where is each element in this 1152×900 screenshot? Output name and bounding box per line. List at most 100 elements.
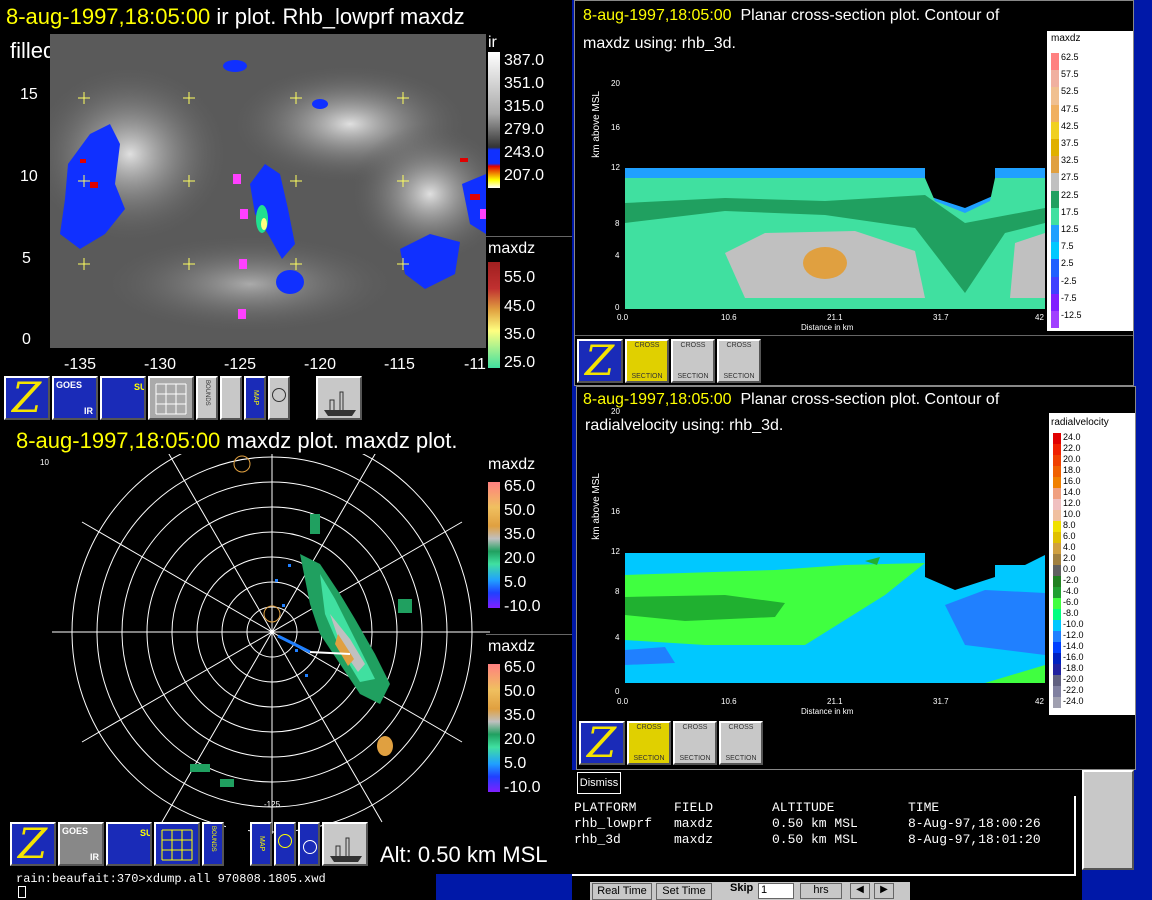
radar-legend2-label: 50.0 <box>504 683 536 700</box>
zebra-logo-button[interactable]: Z <box>577 339 623 383</box>
legend-label: -8.0 <box>1063 608 1079 618</box>
marker-button[interactable] <box>292 376 314 420</box>
legend-label: 22.0 <box>1063 443 1081 453</box>
legend-label: -24.0 <box>1063 696 1084 706</box>
legend-swatch <box>1051 276 1059 294</box>
legend-swatch <box>1053 521 1061 532</box>
legend-label: 62.5 <box>1061 52 1079 62</box>
bounds-button[interactable]: BOUNDS <box>196 376 218 420</box>
ship-button[interactable] <box>316 376 362 420</box>
grid-tool-button[interactable] <box>154 822 200 866</box>
grid-tool-button[interactable] <box>148 376 194 420</box>
ir-label: IR <box>84 406 93 416</box>
hrs-select[interactable]: hrs <box>800 883 842 899</box>
legend-swatch <box>1051 87 1059 105</box>
cross1-ylabel: km above MSL <box>591 91 602 158</box>
ir-legend-label: 243.0 <box>504 144 545 161</box>
terminal[interactable]: rain:beaufait:370>xdump.all 970808.1805.… <box>0 872 436 900</box>
legend-swatch <box>1051 190 1059 208</box>
altitude-label: Alt: 0.50 km MSL <box>380 842 548 867</box>
radar-legend2-label: 65.0 <box>504 659 536 676</box>
cross2-title: 8-aug-1997,18:05:00 Planar cross-section… <box>583 391 1000 408</box>
cross2-legend-title: radialvelocity <box>1051 417 1109 428</box>
legend-label: -2.0 <box>1063 575 1079 585</box>
cross-section-button[interactable]: CROSS SECTION <box>719 721 763 765</box>
zebra-logo-button[interactable]: Z <box>10 822 56 866</box>
side-panel[interactable] <box>1082 770 1134 870</box>
legend-swatch <box>1053 499 1061 510</box>
legend-label: -14.0 <box>1063 641 1084 651</box>
ir-legend-label: 207.0 <box>504 167 545 184</box>
cross2-subtitle: radialvelocity using: rhb_3d. <box>585 417 784 434</box>
cross-section-button[interactable]: CROSS SECTION <box>625 339 669 383</box>
set-time-button[interactable]: Set Time <box>656 883 712 900</box>
goes-button[interactable]: GOES IR <box>58 822 104 866</box>
ship-icon <box>324 391 356 416</box>
cross2-plot[interactable] <box>625 465 1045 691</box>
ir-maxdz-label: 35.0 <box>504 326 536 343</box>
radar-legend2-label: 5.0 <box>504 755 527 772</box>
sur-button[interactable]: SUR <box>106 822 152 866</box>
goes-button[interactable]: GOES IR <box>52 376 98 420</box>
cross-section-button[interactable]: CROSS SECTION <box>673 721 717 765</box>
zebra-logo-button[interactable]: Z <box>579 721 625 765</box>
cross-section-velocity-window: 8-aug-1997,18:05:00 Planar cross-section… <box>576 386 1136 770</box>
dismiss-button[interactable]: Dismiss <box>577 772 621 794</box>
circle-button[interactable] <box>298 822 320 866</box>
legend-swatch <box>1053 631 1061 642</box>
cross1-ytick: 12 <box>611 163 620 172</box>
step-back-button[interactable]: ◀ <box>850 883 870 899</box>
legend-swatch <box>1053 477 1061 488</box>
grid-small-button[interactable] <box>220 376 242 420</box>
real-time-button[interactable]: Real Time <box>592 883 652 900</box>
legend-label: -10.0 <box>1063 619 1084 629</box>
ir-ytick: 5 <box>22 250 31 267</box>
legend-swatch <box>1053 466 1061 477</box>
legend-label: -12.5 <box>1061 310 1082 320</box>
cross2-ytick: 8 <box>615 587 620 596</box>
terminal-line: rain:beaufait:370>xdump.all 970808.1805.… <box>16 872 326 886</box>
radar-legend1-label: 50.0 <box>504 502 536 519</box>
skip-label: Skip <box>730 882 754 894</box>
ir-ytick: 15 <box>20 86 38 103</box>
radar-toolbar: Z GOESIR SUR BOUNDS MAP <box>10 822 368 866</box>
radar-legend1-label: 35.0 <box>504 526 536 543</box>
skip-input[interactable]: 1 <box>758 883 794 899</box>
globe-button[interactable] <box>274 822 296 866</box>
sur-button[interactable]: SUR <box>100 376 146 420</box>
cross2-xlabel: Distance in km <box>801 707 854 716</box>
ir-xtick: -130 <box>144 356 177 373</box>
bounds-button[interactable]: BOUNDS <box>202 822 224 866</box>
legend-swatch <box>1053 686 1061 697</box>
cross2-ytick: 12 <box>611 547 620 556</box>
legend-label: -18.0 <box>1063 663 1084 673</box>
ship-button[interactable] <box>322 822 368 866</box>
legend-label: 24.0 <box>1063 432 1081 442</box>
map-button[interactable]: MAP <box>244 376 266 420</box>
cross-section-button[interactable]: CROSS SECTION <box>717 339 761 383</box>
cross-section-button[interactable]: CROSS SECTION <box>671 339 715 383</box>
globe-button[interactable] <box>268 376 290 420</box>
cross1-ytick: 0 <box>615 303 620 312</box>
radar-legend1-label: -10.0 <box>504 598 541 615</box>
legend-label: 10.0 <box>1063 509 1081 519</box>
cross1-ytick: 8 <box>615 219 620 228</box>
ir-xtick: -115 <box>384 356 415 373</box>
zebra-logo-button[interactable]: Z <box>4 376 50 420</box>
legend-label: 22.5 <box>1061 189 1079 200</box>
legend-swatch <box>1051 173 1059 191</box>
step-forward-button[interactable]: ▶ <box>874 883 894 899</box>
ir-legend-scale <box>488 52 500 188</box>
globe-icon <box>278 834 292 848</box>
radar-ppi-display[interactable] <box>20 454 490 834</box>
legend-swatch <box>1053 664 1061 675</box>
map-button[interactable]: MAP <box>250 822 272 866</box>
cross2-xtick: 21.1 <box>827 697 843 706</box>
legend-swatch <box>1053 565 1061 576</box>
cross1-plot[interactable] <box>625 83 1045 309</box>
cross-section-button[interactable]: CROSS SECTION <box>627 721 671 765</box>
legend-swatch <box>1051 53 1059 71</box>
cross1-ytick: 20 <box>611 79 620 88</box>
ir-satellite-image[interactable] <box>50 34 486 348</box>
cross1-ytick: 16 <box>611 123 620 132</box>
